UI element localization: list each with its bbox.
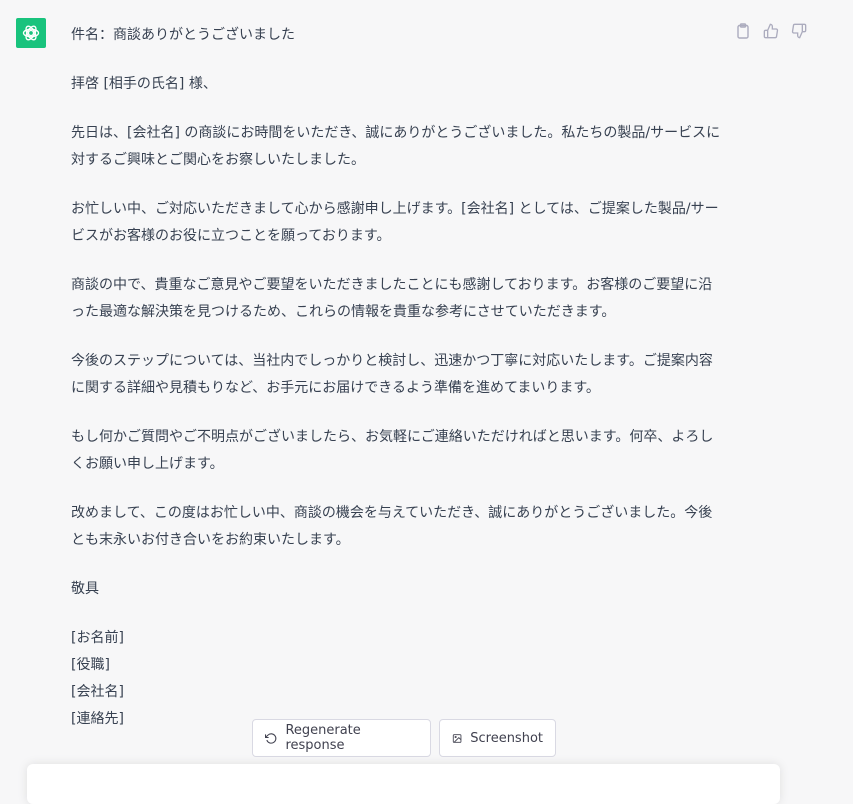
screenshot-button[interactable]: Screenshot — [439, 719, 556, 757]
signature-line: [お名前] — [71, 630, 124, 646]
screenshot-label: Screenshot — [470, 730, 543, 746]
openai-logo-icon — [22, 25, 40, 41]
assistant-avatar — [16, 18, 46, 48]
message-paragraph: 今後のステップについては、当社内でしっかりと検討し、迅速かつ丁寧に対応いたします… — [71, 353, 713, 396]
message-greeting: 拝啓 [相手の氏名] 様、 — [71, 76, 217, 92]
message-paragraph: もし何かご質問やご不明点がございましたら、お気軽にご連絡いただければと思います。… — [71, 429, 714, 472]
signature-line: [会社名] — [71, 684, 124, 700]
thumbs-up-icon[interactable] — [762, 22, 780, 40]
clipboard-icon[interactable] — [734, 22, 752, 40]
signature-line: [役職] — [71, 657, 110, 673]
message-paragraph: お忙しい中、ご対応いただきまして心から感謝申し上げます。[会社名] としては、ご… — [71, 201, 719, 244]
image-icon — [452, 733, 462, 743]
regenerate-response-button[interactable]: Regenerate response — [252, 719, 431, 757]
message-input[interactable] — [27, 764, 780, 804]
message-paragraph: 改めまして、この度はお忙しい中、商談の機会を与えていただき、誠にありがとうござい… — [71, 505, 713, 548]
message-subject: 件名：商談ありがとうございました — [71, 27, 295, 43]
thumbs-down-icon[interactable] — [790, 22, 808, 40]
refresh-icon — [265, 732, 277, 744]
message-paragraph: 商談の中で、貴重なご意見やご要望をいただきましたことにも感謝しております。お客様… — [71, 277, 713, 320]
message-actions — [734, 22, 808, 40]
regenerate-label: Regenerate response — [285, 723, 361, 753]
assistant-message: 件名：商談ありがとうございました 拝啓 [相手の氏名] 様、 先日は、[会社名]… — [71, 22, 721, 733]
message-paragraph: 先日は、[会社名] の商談にお時間をいただき、誠にありがとうございました。私たち… — [71, 125, 721, 168]
message-closing: 敬具 — [71, 581, 99, 597]
